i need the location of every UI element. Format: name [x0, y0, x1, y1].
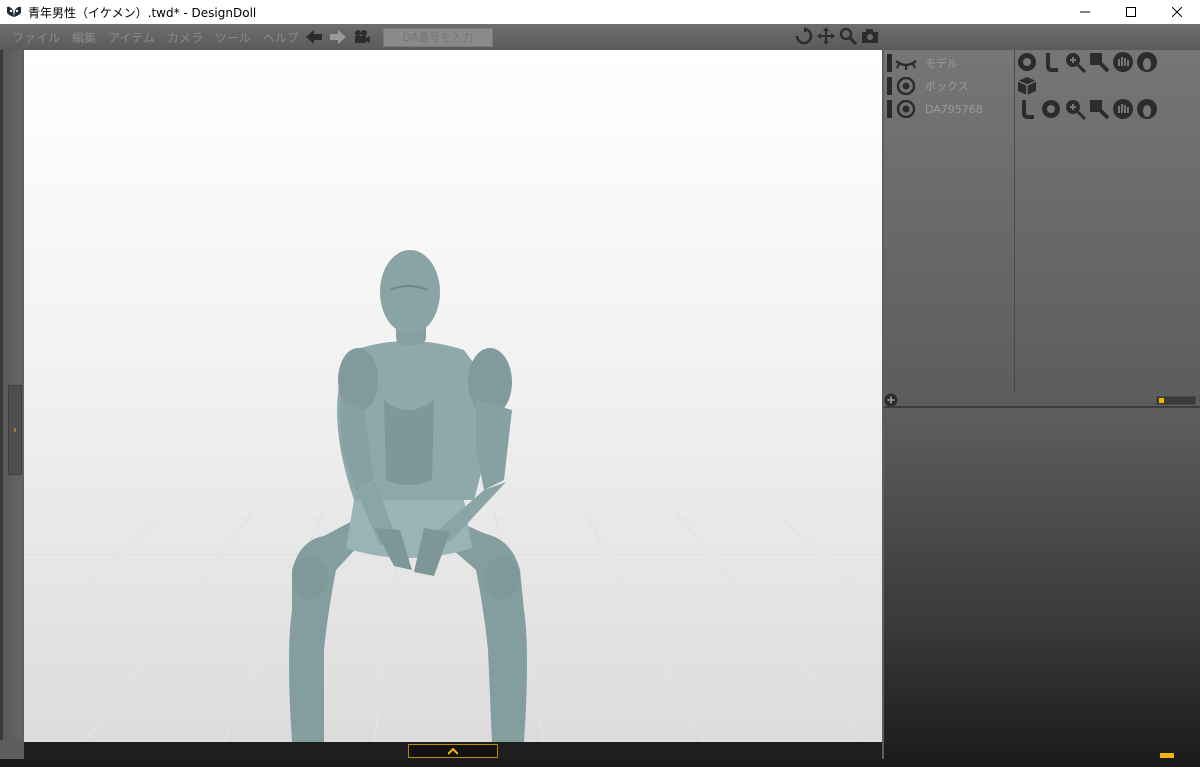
sitting-doll-figure[interactable]: [289, 250, 527, 742]
app-area: ファイル 編集 アイテム カメラ ツール ヘルプ DA番号を入力 › モデル ボ…: [0, 24, 1200, 767]
box-icon[interactable]: [1016, 75, 1038, 97]
timeline-bar: [24, 742, 882, 759]
zoom-icon[interactable]: [839, 27, 857, 45]
scene-canvas[interactable]: [24, 50, 882, 742]
video-camera-icon[interactable]: [353, 29, 371, 45]
foot-icon[interactable]: [1136, 51, 1158, 73]
designdoll-logo-icon: [6, 5, 22, 19]
outline-label: ボックス: [925, 80, 969, 93]
row-handle[interactable]: [887, 100, 892, 118]
hand-icon[interactable]: [1112, 98, 1134, 120]
outline-row-da[interactable]: DA795768: [884, 98, 1014, 120]
rotate-icon[interactable]: [795, 27, 813, 45]
expand-bottom-panel-button[interactable]: [408, 744, 498, 758]
3d-viewport[interactable]: [24, 50, 882, 742]
menu-camera[interactable]: カメラ: [167, 29, 203, 46]
expand-left-panel-button[interactable]: ›: [8, 385, 22, 475]
zoom-plus-icon[interactable]: [1064, 98, 1086, 120]
slider-knob[interactable]: [1159, 398, 1164, 403]
chevron-up-icon: [448, 747, 458, 755]
reset-icon[interactable]: [1088, 51, 1110, 73]
outline-size-slider[interactable]: [1156, 396, 1196, 405]
left-panel-collapsed: ›: [0, 50, 22, 740]
minimize-icon[interactable]: [1062, 0, 1108, 24]
pose-icon[interactable]: [1016, 51, 1038, 73]
reset-icon[interactable]: [1088, 98, 1110, 120]
menu-file[interactable]: ファイル: [12, 29, 60, 46]
outline-row-model[interactable]: モデル: [884, 52, 1014, 74]
panel-resize-handle[interactable]: [1160, 753, 1174, 758]
outline-label: モデル: [925, 57, 958, 70]
model-tools: [1016, 51, 1158, 73]
outline-label: DA795768: [925, 102, 983, 116]
menu-tools[interactable]: ツール: [215, 29, 251, 46]
foot-icon[interactable]: [1136, 98, 1158, 120]
back-arrow-icon[interactable]: [305, 29, 323, 45]
left-edge: [0, 50, 3, 740]
maximize-icon[interactable]: [1108, 0, 1154, 24]
hook-icon[interactable]: [1040, 51, 1062, 73]
row-handle[interactable]: [887, 54, 892, 72]
close-icon[interactable]: [1154, 0, 1200, 24]
menu-bar: ファイル 編集 アイテム カメラ ツール ヘルプ: [0, 24, 1200, 50]
outline-divider: [1014, 50, 1015, 394]
eye-open-icon[interactable]: [895, 100, 917, 118]
eye-open-icon[interactable]: [895, 77, 917, 95]
object-outline: モデル ボックス DA795768: [884, 50, 1200, 407]
zoom-plus-icon[interactable]: [1064, 51, 1086, 73]
pose-icon[interactable]: [1040, 98, 1062, 120]
menu-help[interactable]: ヘルプ: [263, 29, 299, 46]
right-panel: モデル ボックス DA795768: [884, 50, 1200, 767]
row-handle[interactable]: [887, 77, 892, 95]
eye-closed-icon[interactable]: [895, 56, 917, 70]
outline-row-box[interactable]: ボックス: [884, 75, 1014, 97]
menu-item[interactable]: アイテム: [108, 29, 155, 46]
window-title: 青年男性（イケメン）.twd* - DesignDoll: [28, 5, 257, 20]
move-icon[interactable]: [817, 27, 835, 45]
title-bar: 青年男性（イケメン）.twd* - DesignDoll: [0, 0, 1200, 24]
da-number-input[interactable]: [382, 27, 493, 47]
hand-icon[interactable]: [1112, 51, 1134, 73]
forward-arrow-icon[interactable]: [329, 29, 347, 45]
box-tools: [1016, 75, 1038, 97]
chevron-right-icon: ›: [13, 424, 17, 436]
properties-panel: [884, 408, 1200, 767]
hook-icon[interactable]: [1016, 98, 1038, 120]
da-tools: [1016, 98, 1158, 120]
menu-edit[interactable]: 編集: [72, 29, 96, 46]
camera-icon[interactable]: [861, 27, 879, 45]
